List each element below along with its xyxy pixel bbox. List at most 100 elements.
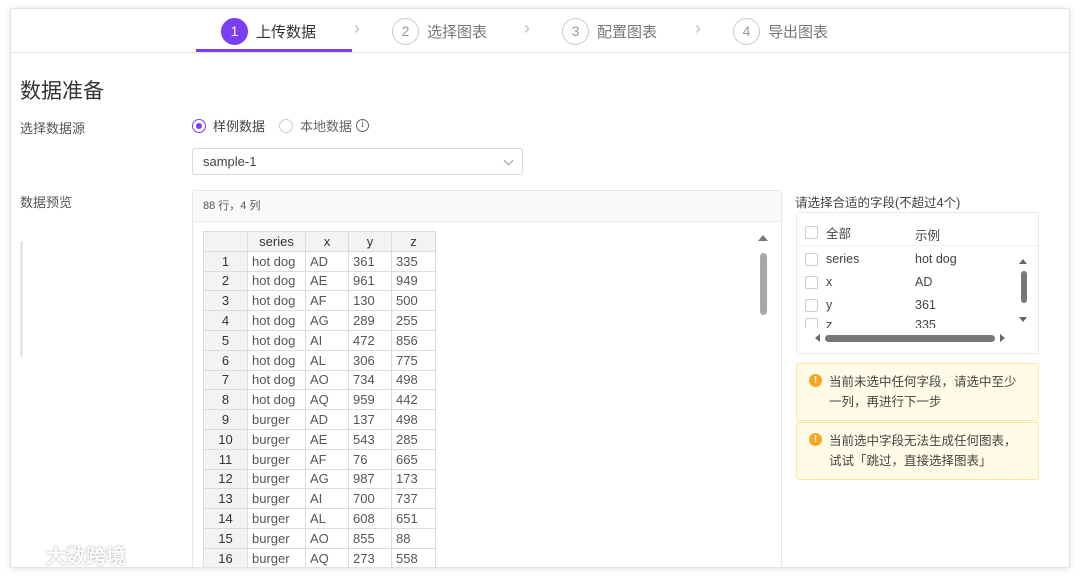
table-cell-series: hot dog — [247, 270, 306, 292]
table-corner-cell — [203, 231, 248, 252]
field-row[interactable]: series — [805, 249, 859, 269]
table-cell-z: 442 — [391, 389, 436, 411]
table-row: 10 burger AE 543 285 — [203, 428, 436, 450]
preview-scrollbar[interactable] — [757, 235, 769, 567]
radio-local-data[interactable]: 本地数据 — [279, 116, 352, 135]
step-bar: 1 上传数据 › 2 选择图表 › 3 配置图表 › 4 导出图表 — [11, 9, 1069, 53]
sample-select[interactable]: sample-1 — [192, 148, 523, 175]
step-export-chart[interactable]: 4 导出图表 — [733, 13, 828, 49]
table-cell-z: 88 — [391, 527, 436, 549]
table-cell-z: 255 — [391, 310, 436, 331]
table-cell-z: 335 — [391, 250, 436, 272]
step-upload-data[interactable]: 1 上传数据 — [221, 13, 316, 49]
table-cell-x: AI — [305, 488, 349, 510]
checkbox[interactable] — [805, 298, 818, 312]
page-title: 数据准备 — [20, 80, 104, 103]
table-row: 14 burger AL 608 651 — [203, 508, 436, 529]
table-row: 13 burger AI 700 737 — [203, 488, 436, 510]
field-name: x — [826, 275, 833, 289]
table-cell-z: 775 — [391, 349, 436, 371]
checkbox[interactable] — [805, 318, 818, 328]
table-cell-series: burger — [247, 448, 306, 470]
select-all-row[interactable]: 全部 — [805, 222, 851, 242]
table-header-row: series x y z — [203, 231, 436, 252]
checkbox[interactable] — [805, 275, 818, 289]
table-cell-series: hot dog — [247, 290, 306, 312]
side-handle — [20, 241, 23, 357]
table-row: 9 burger AD 137 498 — [203, 409, 436, 430]
field-row[interactable]: z — [805, 318, 832, 328]
table-cell-series: burger — [247, 488, 306, 510]
chevron-right-icon: › — [354, 18, 360, 38]
table-cell-y: 543 — [348, 428, 392, 450]
step-select-chart[interactable]: 2 选择图表 — [392, 13, 487, 49]
table-cell-x: AE — [305, 428, 349, 450]
table-cell-series: hot dog — [247, 389, 306, 411]
scrollbar-thumb[interactable] — [1021, 271, 1027, 303]
horizontal-scrollbar-thumb[interactable] — [825, 335, 995, 342]
table-cell-x: AF — [305, 448, 349, 470]
checkbox-all[interactable] — [805, 225, 818, 239]
table-cell-series: hot dog — [247, 250, 306, 272]
row-index-cell: 14 — [203, 508, 248, 529]
column-header[interactable]: x — [305, 231, 349, 252]
step-configure-chart[interactable]: 3 配置图表 — [562, 13, 657, 49]
scroll-down-arrow-icon[interactable] — [1019, 317, 1027, 322]
step-number: 1 — [221, 17, 248, 45]
table-cell-x: AQ — [305, 547, 349, 567]
table-cell-x: AG — [305, 310, 349, 331]
row-index-cell: 13 — [203, 488, 248, 510]
scroll-up-arrow-icon[interactable] — [1019, 259, 1027, 264]
field-name: z — [826, 318, 833, 328]
radio-label: 样例数据 — [213, 119, 266, 134]
table-cell-x: AD — [305, 409, 349, 430]
table-cell-y: 306 — [348, 349, 392, 371]
scroll-right-arrow-icon[interactable] — [1000, 334, 1005, 342]
step-number: 4 — [733, 17, 760, 45]
step-label: 导出图表 — [768, 23, 829, 41]
row-index-cell: 16 — [203, 547, 248, 567]
table-cell-y: 361 — [348, 250, 392, 272]
field-selector-panel: 全部 示例 series hot dog x AD y 361 z 335 — [796, 212, 1039, 354]
table-cell-z: 651 — [391, 508, 436, 529]
checkbox[interactable] — [805, 252, 818, 266]
table-cell-series: burger — [247, 508, 306, 529]
table-cell-y: 130 — [348, 290, 392, 312]
step-label: 配置图表 — [597, 23, 658, 41]
preview-summary: 88 行，4 列 — [193, 191, 781, 222]
field-name: y — [826, 298, 833, 312]
preview-table: series x y z 1 hot dog AD 361 335 2 hot dog AE 9… — [203, 231, 436, 567]
select-value: sample-1 — [203, 154, 257, 169]
scroll-up-arrow-icon[interactable] — [758, 235, 768, 241]
step-number: 2 — [392, 17, 419, 45]
table-row: 1 hot dog AD 361 335 — [203, 250, 436, 272]
radio-checked-icon — [192, 118, 206, 133]
row-index-cell: 8 — [203, 389, 248, 411]
info-icon[interactable]: i — [356, 119, 370, 132]
warning-icon: ! — [809, 433, 822, 446]
table-cell-x: AE — [305, 270, 349, 292]
brand-logo-icon — [10, 545, 42, 564]
table-cell-z: 498 — [391, 409, 436, 430]
table-cell-z: 500 — [391, 290, 436, 312]
column-header[interactable]: series — [247, 231, 306, 252]
table-cell-x: AF — [305, 290, 349, 312]
table-cell-y: 855 — [348, 527, 392, 549]
column-header[interactable]: y — [348, 231, 392, 252]
field-row[interactable]: x — [805, 272, 832, 292]
watermark-text: 大数跨境 — [46, 546, 126, 568]
row-index-cell: 15 — [203, 527, 248, 549]
table-row: 6 hot dog AL 306 775 — [203, 349, 436, 371]
table-cell-series: burger — [247, 468, 306, 490]
field-row[interactable]: y — [805, 295, 832, 315]
column-header[interactable]: z — [391, 231, 436, 252]
table-cell-y: 987 — [348, 468, 392, 490]
row-index-cell: 9 — [203, 409, 248, 430]
warning-icon: ! — [809, 374, 822, 387]
watermark: 大数跨境 — [8, 540, 126, 569]
radio-sample-data[interactable]: 样例数据 — [192, 116, 265, 135]
scroll-left-arrow-icon[interactable] — [815, 334, 820, 342]
scrollbar-thumb[interactable] — [760, 253, 767, 315]
row-index-cell: 6 — [203, 349, 248, 371]
warning-no-chart-available: ! 当前选中字段无法生成任何图表，试试「跳过，直接选择图表」 — [796, 422, 1039, 480]
